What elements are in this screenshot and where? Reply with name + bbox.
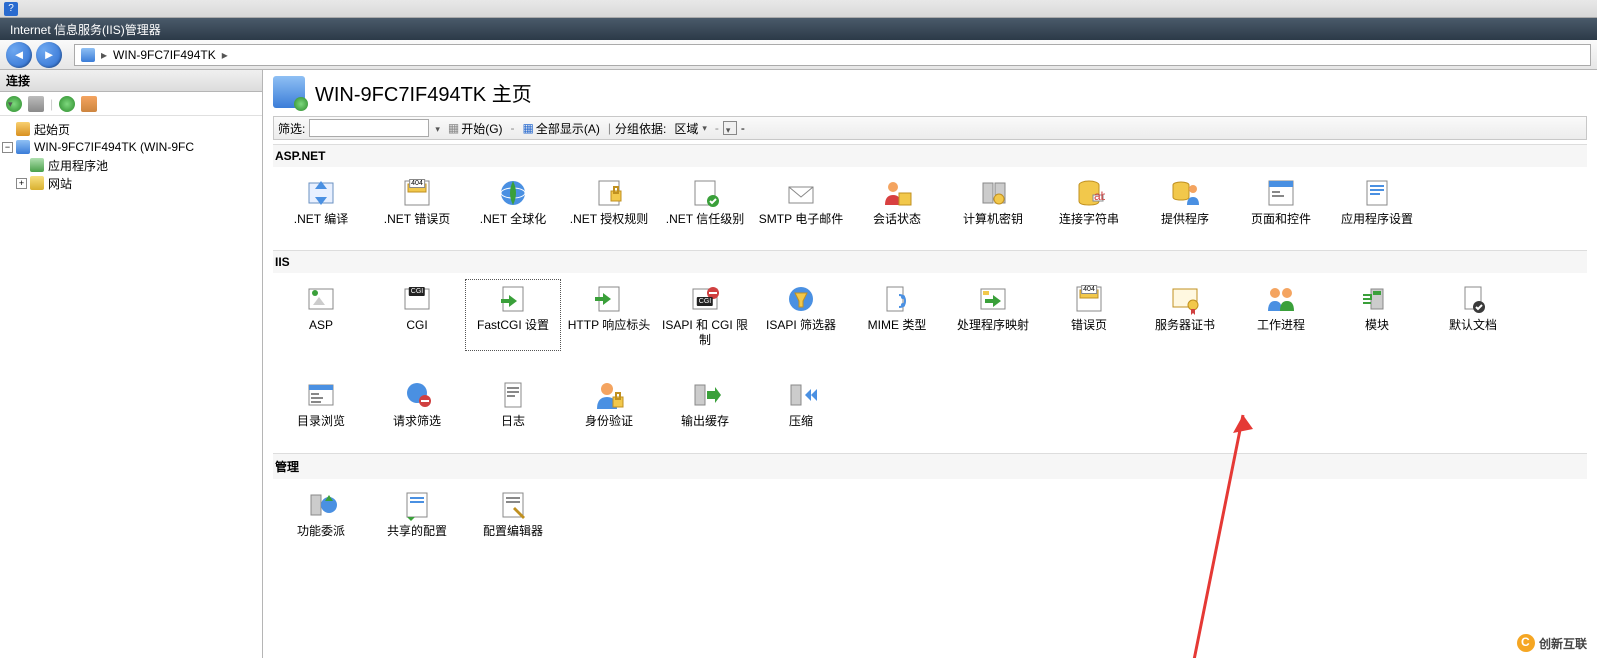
feature-net-trust[interactable]: .NET 信任级别 (657, 173, 753, 230)
collapse-toggle[interactable]: − (2, 142, 13, 153)
breadcrumb-sep: ▸ (101, 48, 107, 62)
server-home-icon (273, 76, 305, 108)
feature-compression[interactable]: 压缩 (753, 375, 849, 432)
section-aspnet: ASP.NET (273, 144, 1587, 167)
content-area: WIN-9FC7IF494TK 主页 筛选: ▦开始(G) - ▦全部显示(A)… (263, 70, 1597, 658)
feature-app-settings[interactable]: 应用程序设置 (1329, 173, 1425, 230)
group-by-value: 区域 (674, 120, 698, 137)
server-icon (16, 140, 30, 154)
feature-server-cert[interactable]: 服务器证书 (1137, 279, 1233, 351)
section-iis: IIS (273, 250, 1587, 273)
window-title-bar: Internet 信息服务(IIS)管理器 (0, 18, 1597, 40)
feature-auth[interactable]: 身份验证 (561, 375, 657, 432)
app-pool-icon (30, 158, 44, 172)
feature-feature-delegate[interactable]: 功能委派 (273, 485, 369, 542)
feature-default-doc[interactable]: 默认文档 (1425, 279, 1521, 351)
watermark-icon (1517, 634, 1535, 652)
filter-dropdown-icon[interactable] (433, 121, 440, 135)
feature-net-global[interactable]: .NET 全球化 (465, 173, 561, 230)
mgmt-grid: 功能委派 共享的配置 配置编辑器 (273, 479, 1587, 560)
feature-net-auth[interactable]: .NET 授权规则 (561, 173, 657, 230)
breadcrumb[interactable]: ▸ WIN-9FC7IF494TK ▸ (74, 44, 1591, 66)
remove-connection-icon[interactable] (81, 96, 97, 112)
breadcrumb-node[interactable]: WIN-9FC7IF494TK (113, 48, 216, 62)
show-all-label: 全部显示(A) (536, 120, 600, 137)
filter-label: 筛选: (278, 120, 305, 137)
filter-input[interactable] (309, 119, 429, 137)
iis-grid-row2: 目录浏览 请求筛选 日志 身份验证 输出缓存 压缩 (273, 369, 1587, 450)
window-title: Internet 信息服务(IIS)管理器 (10, 21, 161, 38)
feature-session[interactable]: 会话状态 (849, 173, 945, 230)
connections-header: 连接 (0, 70, 262, 92)
iis-grid-row1: ASP CGICGI FastCGI 设置 HTTP 响应标头 CGIISAPI… (273, 273, 1587, 369)
feature-asp[interactable]: ASP (273, 279, 369, 351)
feature-shared-config[interactable]: 共享的配置 (369, 485, 465, 542)
feature-mime[interactable]: MIME 类型 (849, 279, 945, 351)
feature-providers[interactable]: 提供程序 (1137, 173, 1233, 230)
aspnet-grid: .NET 编译 404.NET 错误页 .NET 全球化 .NET 授权规则 .… (273, 167, 1587, 248)
filter-bar: 筛选: ▦开始(G) - ▦全部显示(A) | 分组依据: 区域 - - (273, 116, 1587, 140)
connection-tree: 起始页 − WIN-9FC7IF494TK (WIN-9FC 应用程序池 + 网… (0, 116, 262, 196)
tree-label: 应用程序池 (48, 157, 108, 174)
server-icon (81, 48, 95, 62)
feature-req-filter[interactable]: 请求筛选 (369, 375, 465, 432)
watermark: 创新互联 (1517, 634, 1587, 652)
feature-isapi-filter[interactable]: ISAPI 筛选器 (753, 279, 849, 351)
feature-modules[interactable]: 模块 (1329, 279, 1425, 351)
tree-label: WIN-9FC7IF494TK (WIN-9FC (34, 140, 194, 154)
feature-output-cache[interactable]: 输出缓存 (657, 375, 753, 432)
connect-icon[interactable] (6, 96, 22, 112)
tree-label: 起始页 (34, 121, 70, 138)
feature-pages-ctrl[interactable]: 页面和控件 (1233, 173, 1329, 230)
tree-label: 网站 (48, 175, 72, 192)
feature-http-resp[interactable]: HTTP 响应标头 (561, 279, 657, 351)
feature-cgi[interactable]: CGICGI (369, 279, 465, 351)
go-label: 开始(G) (461, 120, 502, 137)
sites-icon (30, 176, 44, 190)
feature-isapi-cgi[interactable]: CGIISAPI 和 CGI 限制 (657, 279, 753, 351)
feature-config-editor[interactable]: 配置编辑器 (465, 485, 561, 542)
forward-button[interactable]: ► (36, 42, 62, 68)
feature-error-pages[interactable]: 404错误页 (1041, 279, 1137, 351)
go-button[interactable]: ▦开始(G) (444, 120, 507, 137)
feature-machine-key[interactable]: 计算机密钥 (945, 173, 1041, 230)
feature-worker-proc[interactable]: 工作进程 (1233, 279, 1329, 351)
view-mode-icon[interactable] (723, 121, 737, 135)
help-bar: ? (0, 0, 1597, 18)
tree-start-page[interactable]: 起始页 (2, 120, 260, 138)
feature-fastcgi[interactable]: FastCGI 设置 (465, 279, 561, 351)
tree-server-node[interactable]: − WIN-9FC7IF494TK (WIN-9FC (2, 138, 260, 156)
group-by-label: 分组依据: (615, 120, 666, 137)
tree-sites[interactable]: + 网站 (2, 174, 260, 192)
feature-net-compile[interactable]: .NET 编译 (273, 173, 369, 230)
home-icon (16, 122, 30, 136)
feature-handler-map[interactable]: 处理程序映射 (945, 279, 1041, 351)
section-mgmt: 管理 (273, 453, 1587, 479)
help-icon[interactable]: ? (4, 2, 18, 16)
back-button[interactable]: ◄ (6, 42, 32, 68)
sidebar-toolbar: | (0, 92, 262, 116)
nav-bar: ◄ ► ▸ WIN-9FC7IF494TK ▸ (0, 40, 1597, 70)
group-by-dropdown[interactable]: 区域 (670, 120, 711, 137)
connections-panel: 连接 | 起始页 − WIN-9FC7IF494TK (WIN-9FC 应用程 (0, 70, 263, 658)
save-icon[interactable] (28, 96, 44, 112)
feature-dir-browse[interactable]: 目录浏览 (273, 375, 369, 432)
watermark-text: 创新互联 (1539, 635, 1587, 652)
feature-net-error[interactable]: 404.NET 错误页 (369, 173, 465, 230)
feature-logging[interactable]: 日志 (465, 375, 561, 432)
feature-conn-str[interactable]: ab连接字符串 (1041, 173, 1137, 230)
show-all-button[interactable]: ▦全部显示(A) (519, 120, 604, 137)
feature-smtp[interactable]: SMTP 电子邮件 (753, 173, 849, 230)
expand-toggle[interactable]: + (16, 178, 27, 189)
page-title: WIN-9FC7IF494TK 主页 (315, 78, 532, 107)
breadcrumb-sep: ▸ (222, 48, 228, 62)
tree-app-pools[interactable]: 应用程序池 (2, 156, 260, 174)
svg-text:ab: ab (1094, 189, 1105, 203)
refresh-icon[interactable] (59, 96, 75, 112)
